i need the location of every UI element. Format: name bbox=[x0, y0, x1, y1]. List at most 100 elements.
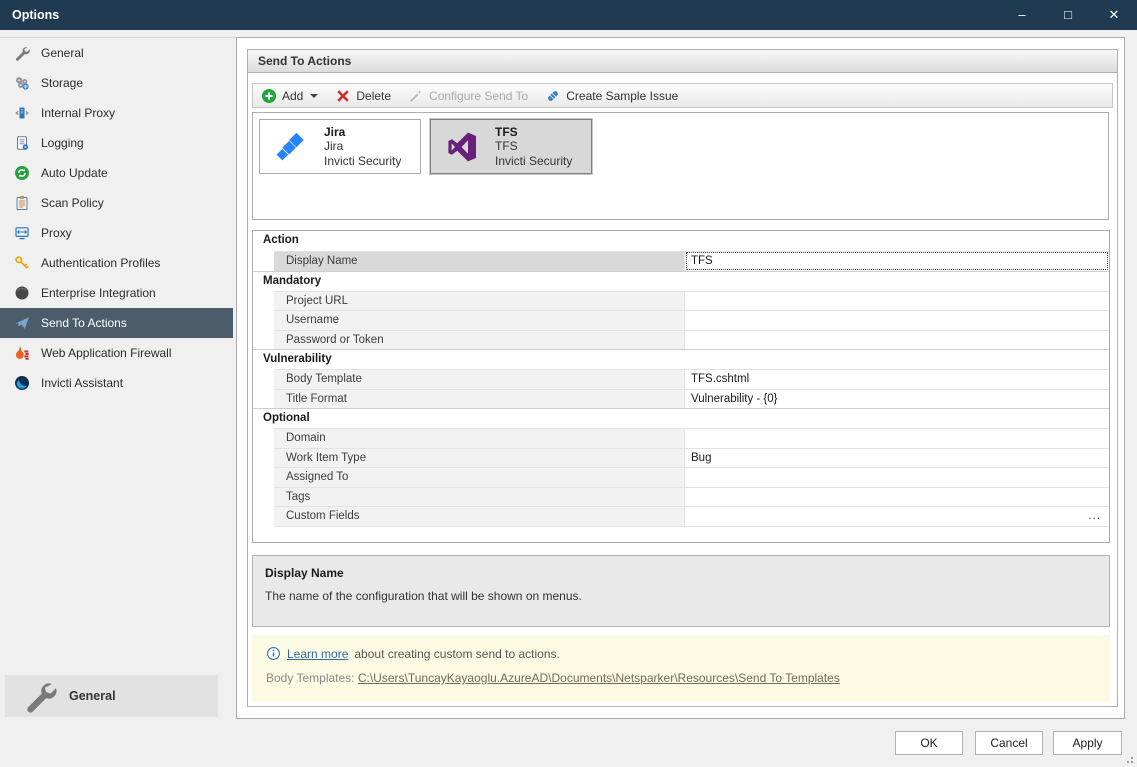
card-company: Invicti Security bbox=[324, 154, 401, 169]
sidebar-item-internal-proxy[interactable]: Internal Proxy bbox=[0, 98, 233, 128]
row-indent bbox=[253, 487, 274, 507]
sidebar-item-send-to-actions[interactable]: Send To Actions bbox=[0, 308, 233, 338]
titlebar: Options – □ ✕ bbox=[0, 0, 1137, 30]
sidebar-item-label: Auto Update bbox=[41, 166, 108, 180]
title-format-value-field[interactable]: Vulnerability - {0} bbox=[685, 389, 1109, 409]
learn-more-link[interactable]: Learn more bbox=[287, 647, 348, 661]
project-url-value-field[interactable] bbox=[685, 291, 1109, 311]
grid-row-body-template[interactable]: Body Template TFS.cshtml bbox=[253, 369, 1109, 389]
row-label[interactable]: Body Template bbox=[274, 369, 685, 389]
firewall-icon bbox=[13, 345, 30, 362]
row-indent bbox=[253, 251, 274, 271]
grid-filler bbox=[274, 526, 1109, 527]
description-text: The name of the configuration that will … bbox=[265, 589, 1097, 603]
custom-fields-value-field[interactable]: ... bbox=[685, 506, 1109, 526]
row-indent bbox=[253, 369, 274, 389]
grid-row-work-item-type[interactable]: Work Item Type Bug bbox=[253, 448, 1109, 468]
grid-row-username[interactable]: Username bbox=[253, 310, 1109, 330]
row-label[interactable]: Custom Fields bbox=[274, 506, 685, 526]
password-or-token-value-field[interactable] bbox=[685, 330, 1109, 350]
grid-section-optional: Optional bbox=[253, 408, 1109, 428]
card-text: Jira Jira Invicti Security bbox=[324, 125, 401, 169]
body-templates-path-link[interactable]: C:\Users\TuncayKayaoglu.AzureAD\Document… bbox=[358, 671, 840, 685]
assistant-icon bbox=[13, 375, 30, 392]
card-subtitle: TFS bbox=[495, 139, 572, 154]
sidebar-item-enterprise-integration[interactable]: Enterprise Integration bbox=[0, 278, 233, 308]
delete-label: Delete bbox=[356, 89, 391, 103]
scan-policy-icon bbox=[13, 195, 30, 212]
sidebar-item-logging[interactable]: Logging bbox=[0, 128, 233, 158]
username-value-field[interactable] bbox=[685, 310, 1109, 330]
description-title: Display Name bbox=[265, 566, 1097, 580]
tags-value-field[interactable] bbox=[685, 487, 1109, 507]
action-card-tfs[interactable]: TFS TFS Invicti Security bbox=[430, 119, 592, 174]
sidebar-footer-general[interactable]: General bbox=[5, 675, 218, 717]
minimize-button[interactable]: – bbox=[999, 0, 1045, 30]
ellipsis-button[interactable]: ... bbox=[1088, 507, 1101, 526]
sidebar-item-storage[interactable]: Storage bbox=[0, 68, 233, 98]
row-label[interactable]: Assigned To bbox=[274, 467, 685, 487]
delete-button[interactable]: Delete bbox=[335, 88, 391, 104]
row-indent bbox=[253, 330, 274, 350]
ok-button[interactable]: OK bbox=[895, 731, 963, 755]
card-title: Jira bbox=[324, 125, 401, 140]
row-label[interactable]: Display Name bbox=[274, 251, 685, 271]
tfs-logo-icon bbox=[444, 129, 480, 165]
create-sample-issue-button[interactable]: Create Sample Issue bbox=[545, 88, 678, 104]
grid-row-project-url[interactable]: Project URL bbox=[253, 291, 1109, 311]
sidebar-item-invicti-assistant[interactable]: Invicti Assistant bbox=[0, 368, 233, 398]
sidebar-item-label: Invicti Assistant bbox=[41, 376, 123, 390]
body-template-value-field[interactable]: TFS.cshtml bbox=[685, 369, 1109, 389]
sidebar-item-web-application-firewall[interactable]: Web Application Firewall bbox=[0, 338, 233, 368]
main-panel: Send To Actions Add Delete Configure Sen… bbox=[236, 37, 1125, 719]
add-button[interactable]: Add bbox=[261, 88, 318, 104]
wrench-large-icon bbox=[23, 679, 57, 713]
grid-row-display-name[interactable]: Display Name TFS bbox=[253, 251, 1109, 271]
row-label[interactable]: Domain bbox=[274, 428, 685, 448]
body-templates-label: Body Templates: bbox=[266, 671, 355, 685]
sidebar-item-auto-update[interactable]: Auto Update bbox=[0, 158, 233, 188]
grid-row-domain[interactable]: Domain bbox=[253, 428, 1109, 448]
grid-row-assigned-to[interactable]: Assigned To bbox=[253, 467, 1109, 487]
grid-row-tags[interactable]: Tags bbox=[253, 487, 1109, 507]
grid-section-mandatory: Mandatory bbox=[253, 271, 1109, 291]
row-label[interactable]: Project URL bbox=[274, 291, 685, 311]
sample-issue-icon bbox=[545, 88, 561, 104]
row-indent bbox=[253, 428, 274, 448]
cancel-button[interactable]: Cancel bbox=[975, 731, 1043, 755]
maximize-button[interactable]: □ bbox=[1045, 0, 1091, 30]
grid-row-custom-fields[interactable]: Custom Fields ... bbox=[253, 506, 1109, 526]
grid-row-password-or-token[interactable]: Password or Token bbox=[253, 330, 1109, 350]
display-name-value-field[interactable]: TFS bbox=[685, 251, 1109, 271]
resize-grip[interactable] bbox=[1125, 755, 1133, 763]
row-label[interactable]: Password or Token bbox=[274, 330, 685, 350]
paper-plane-icon bbox=[13, 315, 30, 332]
grid-section-action: Action bbox=[253, 231, 1109, 251]
sidebar-item-authentication-profiles[interactable]: Authentication Profiles bbox=[0, 248, 233, 278]
card-subtitle: Jira bbox=[324, 139, 401, 154]
work-item-type-value-field[interactable]: Bug bbox=[685, 448, 1109, 468]
sidebar: General Storage Internal Proxy Logging A… bbox=[0, 38, 233, 398]
assigned-to-value-field[interactable] bbox=[685, 467, 1109, 487]
learn-more-text: about creating custom send to actions. bbox=[354, 647, 559, 661]
action-card-jira[interactable]: Jira Jira Invicti Security bbox=[259, 119, 421, 174]
sidebar-item-proxy[interactable]: Proxy bbox=[0, 218, 233, 248]
row-label[interactable]: Title Format bbox=[274, 389, 685, 409]
apply-button[interactable]: Apply bbox=[1053, 731, 1122, 755]
sidebar-item-general[interactable]: General bbox=[0, 38, 233, 68]
row-label[interactable]: Work Item Type bbox=[274, 448, 685, 468]
row-indent bbox=[253, 389, 274, 409]
row-indent bbox=[253, 448, 274, 468]
row-label[interactable]: Username bbox=[274, 310, 685, 330]
sidebar-item-scan-policy[interactable]: Scan Policy bbox=[0, 188, 233, 218]
options-window: Options – □ ✕ General Storage Internal P… bbox=[0, 0, 1137, 767]
row-label[interactable]: Tags bbox=[274, 487, 685, 507]
close-button[interactable]: ✕ bbox=[1091, 0, 1137, 30]
card-company: Invicti Security bbox=[495, 154, 572, 169]
grid-row-title-format[interactable]: Title Format Vulnerability - {0} bbox=[253, 389, 1109, 409]
configure-send-to-button[interactable]: Configure Send To bbox=[408, 88, 528, 104]
sidebar-item-label: Logging bbox=[41, 136, 84, 150]
configure-send-to-label: Configure Send To bbox=[429, 89, 528, 103]
sidebar-item-label: Send To Actions bbox=[41, 316, 127, 330]
domain-value-field[interactable] bbox=[685, 428, 1109, 448]
